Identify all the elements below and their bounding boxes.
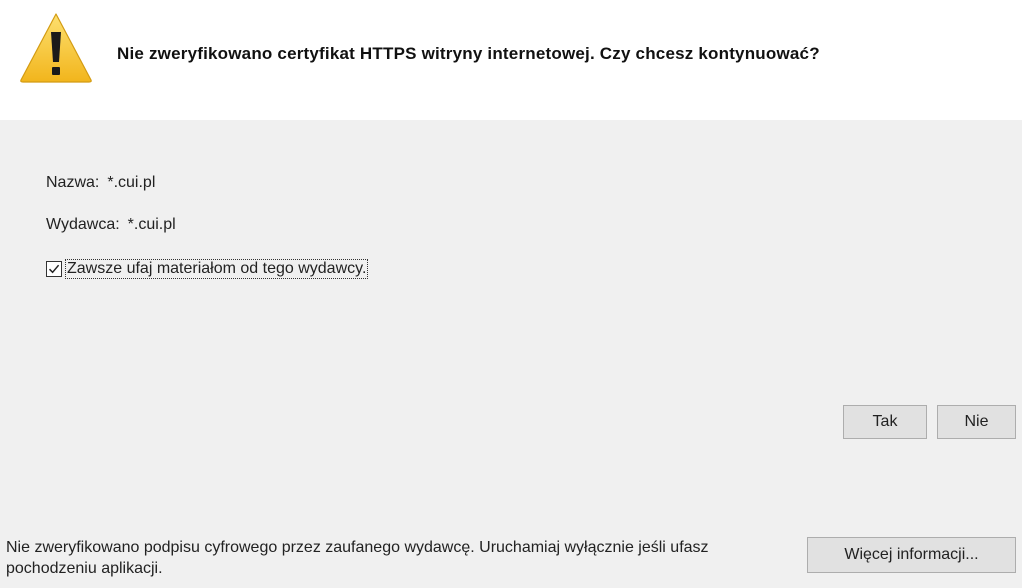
- publisher-label: Wydawca:: [46, 216, 120, 233]
- more-info-button[interactable]: Więcej informacji...: [807, 537, 1016, 573]
- name-value: *.cui.pl: [107, 174, 156, 191]
- footer-warning-text: Nie zweryfikowano podpisu cyfrowego prze…: [6, 539, 709, 577]
- name-field: Nazwa: *.cui.pl: [46, 174, 155, 192]
- no-button[interactable]: Nie: [937, 405, 1016, 439]
- name-label: Nazwa:: [46, 174, 100, 191]
- trust-publisher-checkbox[interactable]: [46, 261, 62, 277]
- trust-publisher-checkbox-row[interactable]: Zawsze ufaj materiałom od tego wydawcy.: [46, 259, 369, 279]
- certificate-warning-dialog: Nie zweryfikowano certyfikat HTTPS witry…: [0, 0, 1022, 588]
- dialog-title: Nie zweryfikowano certyfikat HTTPS witry…: [117, 44, 820, 63]
- checkmark-icon: [48, 264, 60, 274]
- publisher-value: *.cui.pl: [127, 216, 176, 233]
- yes-button[interactable]: Tak: [843, 405, 927, 439]
- publisher-field: Wydawca: *.cui.pl: [46, 216, 176, 234]
- warning-icon: [20, 13, 92, 83]
- trust-publisher-label[interactable]: Zawsze ufaj materiałom od tego wydawcy.: [65, 259, 369, 279]
- dialog-header: Nie zweryfikowano certyfikat HTTPS witry…: [0, 0, 1022, 120]
